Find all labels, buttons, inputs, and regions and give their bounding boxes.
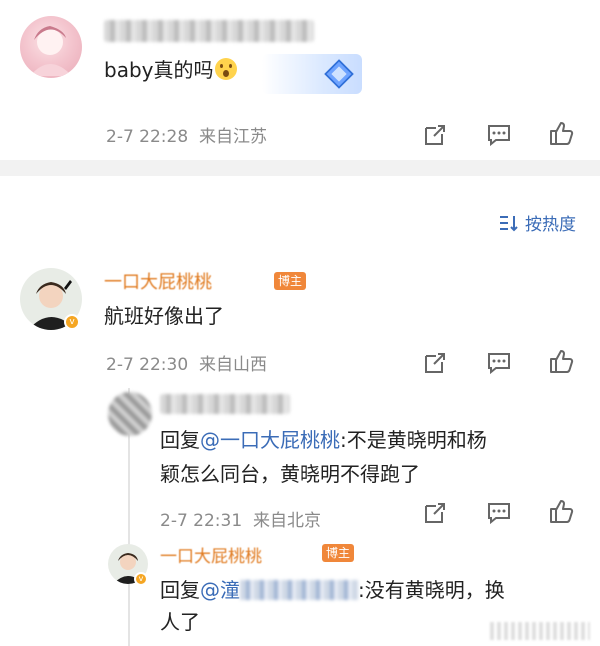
location: 来自江苏 — [198, 127, 267, 147]
reply-text: 回复@潼 :没有黄晓明，换 — [160, 574, 505, 606]
blogger-badge: 博主 — [322, 544, 355, 562]
comment-body: baby真的吗 — [104, 58, 214, 82]
timestamp: 2-7 22:28 — [106, 127, 189, 147]
share-icon[interactable] — [422, 122, 448, 148]
verified-badge-icon: v — [134, 572, 148, 586]
username-redacted — [240, 580, 358, 600]
diamond-sticker-icon — [262, 54, 362, 94]
comment-icon[interactable] — [486, 350, 512, 376]
reply-prefix: 回复 — [160, 578, 200, 602]
username-redacted[interactable] — [104, 20, 314, 42]
comment-text: baby真的吗 — [104, 54, 238, 86]
watermark — [490, 622, 590, 640]
name-label: 一口大屁桃桃 — [104, 272, 212, 293]
avatar[interactable] — [20, 16, 82, 78]
section-divider — [0, 160, 600, 176]
reply-text-line2: 颖怎么同台，黄晓明不得跑了 — [160, 462, 420, 486]
avatar[interactable] — [108, 392, 152, 436]
reply-meta: 2-7 22:31 来自北京 — [160, 506, 321, 531]
share-icon[interactable] — [422, 350, 448, 376]
reply-text-line2: 人了 — [160, 610, 200, 634]
timestamp: 2-7 22:30 — [106, 355, 189, 375]
mention-link[interactable]: @潼 — [200, 578, 240, 602]
share-icon[interactable] — [422, 500, 448, 526]
comment-icon[interactable] — [486, 500, 512, 526]
like-icon[interactable] — [548, 120, 574, 146]
reply-body: :没有黄晓明，换 — [358, 578, 505, 602]
sort-label: 按热度 — [525, 215, 576, 235]
username-redacted[interactable] — [160, 394, 290, 414]
blogger-name[interactable]: 一口大屁桃桃 — [104, 268, 212, 294]
like-icon[interactable] — [548, 498, 574, 524]
sort-icon — [498, 214, 520, 232]
reply-body: :不是黄晓明和杨 — [340, 428, 487, 452]
timestamp: 2-7 22:31 — [160, 511, 243, 531]
reply-text: 回复@一口大屁桃桃:不是黄晓明和杨 — [160, 424, 487, 456]
like-icon[interactable] — [548, 348, 574, 374]
sort-button[interactable]: 按热度 — [498, 210, 576, 235]
reply-prefix: 回复 — [160, 428, 200, 452]
blogger-name[interactable]: 一口大屁桃桃 — [160, 542, 262, 567]
comment-icon[interactable] — [486, 122, 512, 148]
comment-meta: 2-7 22:28 来自江苏 — [106, 122, 267, 147]
mention-link[interactable]: @一口大屁桃桃 — [200, 428, 340, 452]
location: 来自山西 — [198, 355, 267, 375]
blogger-badge: 博主 — [274, 272, 307, 290]
verified-badge-icon: v — [64, 314, 80, 330]
name-label: 一口大屁桃桃 — [160, 547, 262, 567]
comment-meta: 2-7 22:30 来自山西 — [106, 350, 267, 375]
comment-text: 航班好像出了 — [104, 304, 224, 328]
shocked-face-emoji — [215, 58, 238, 80]
location: 来自北京 — [252, 511, 321, 531]
comment-card-1: baby真的吗 2-7 22:28 来自江苏 — [0, 0, 600, 160]
